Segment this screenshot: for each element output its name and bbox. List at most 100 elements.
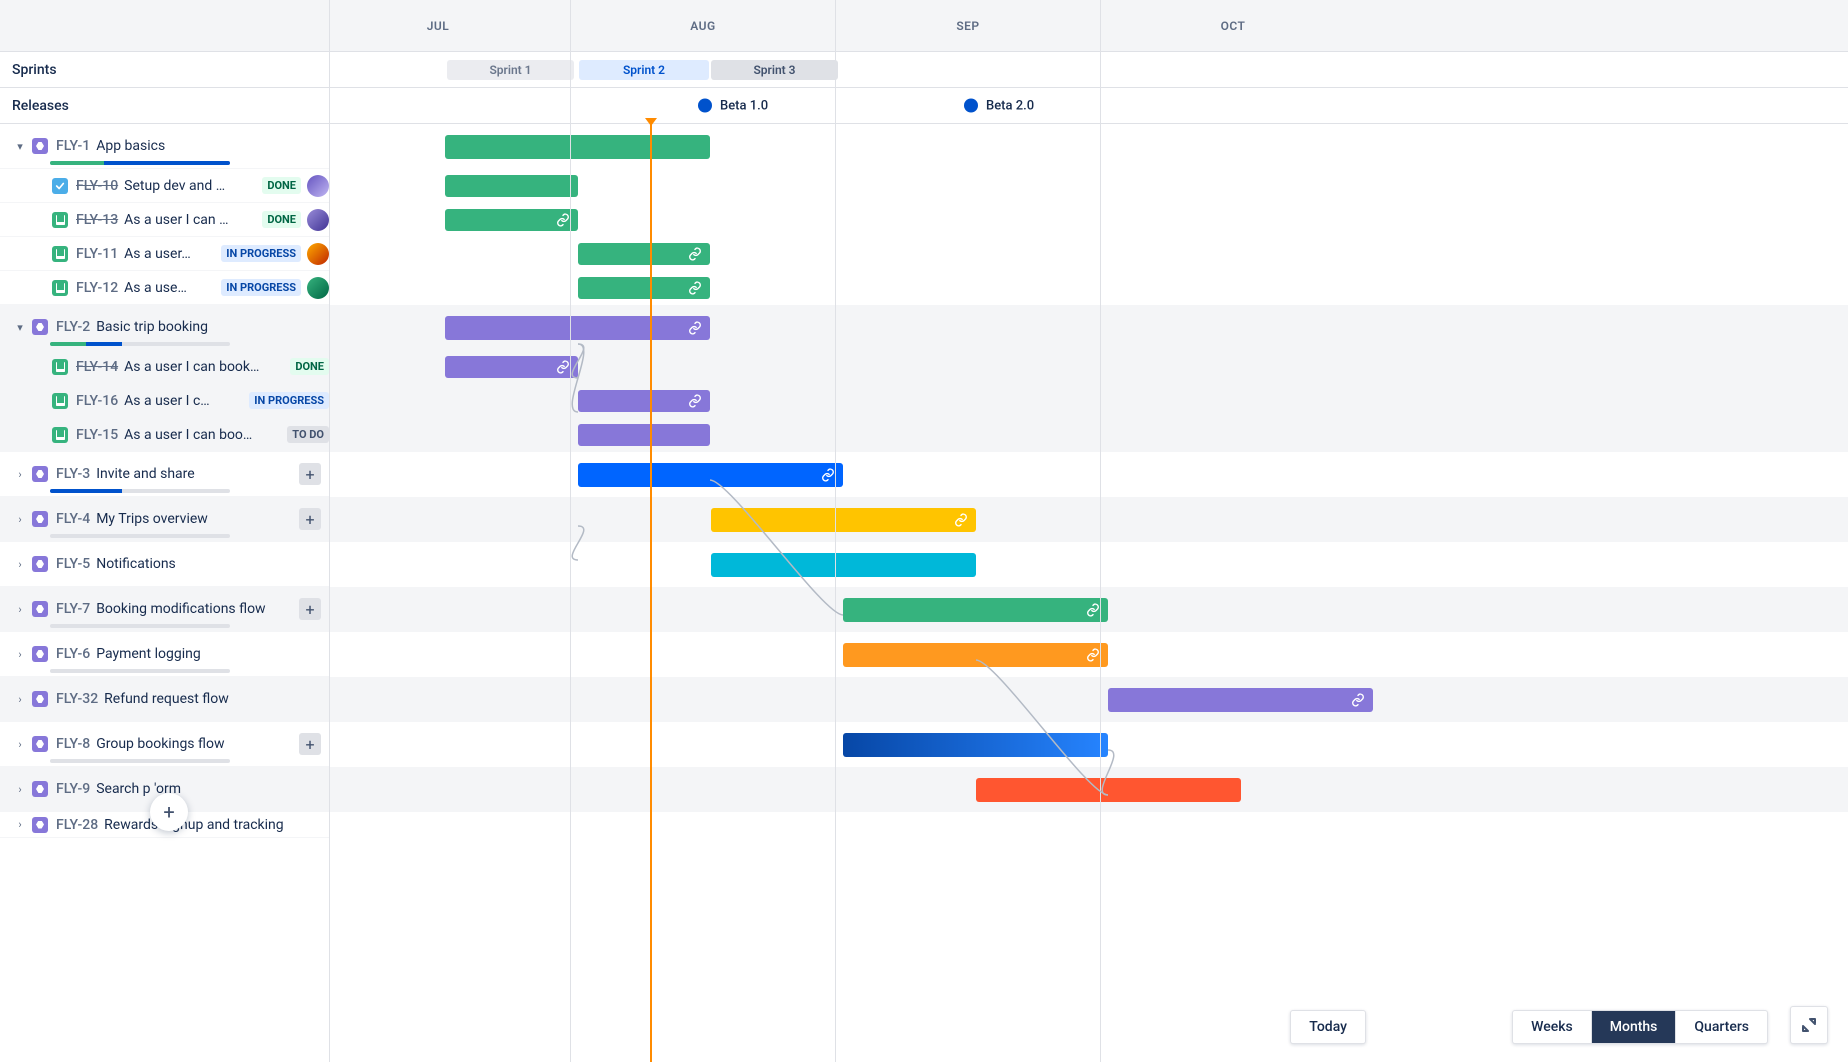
add-child-button[interactable]: + xyxy=(299,463,321,485)
expand-toggle[interactable]: ▾ xyxy=(12,138,28,154)
issue-key[interactable]: FLY-3 xyxy=(56,466,90,482)
timeline-row xyxy=(330,124,1848,169)
story-icon xyxy=(52,427,68,443)
issue-row-FLY-15[interactable]: FLY-15As a user I can boo…TO DO xyxy=(0,418,329,452)
issue-key[interactable]: FLY-2 xyxy=(56,319,90,335)
issue-row-FLY-3[interactable]: ›FLY-3Invite and share+ xyxy=(0,452,329,497)
timeline-row xyxy=(330,237,1848,271)
story-icon xyxy=(52,359,68,375)
story-icon xyxy=(52,246,68,262)
assignee-avatar[interactable] xyxy=(307,243,329,265)
release-marker-2[interactable]: Beta 2.0 xyxy=(964,98,1034,113)
issue-key[interactable]: FLY-5 xyxy=(56,556,90,572)
issue-key[interactable]: FLY-8 xyxy=(56,736,90,752)
issue-row-FLY-16[interactable]: FLY-16As a user I c…IN PROGRESS xyxy=(0,384,329,418)
fullscreen-toggle-button[interactable] xyxy=(1790,1006,1828,1044)
gantt-bar-FLY-1[interactable] xyxy=(445,135,710,159)
issue-row-FLY-6[interactable]: ›FLY-6Payment logging xyxy=(0,632,329,677)
assignee-avatar[interactable] xyxy=(307,277,329,299)
issue-key[interactable]: FLY-6 xyxy=(56,646,90,662)
sprint-pill-1[interactable]: Sprint 1 xyxy=(447,60,574,80)
issue-row-FLY-11[interactable]: FLY-11As a user…IN PROGRESS xyxy=(0,237,329,271)
gantt-bar-FLY-12[interactable] xyxy=(578,277,710,299)
issue-row-FLY-2[interactable]: ▾ FLY-2 Basic trip booking xyxy=(0,305,329,350)
issue-key[interactable]: FLY-13 xyxy=(76,212,118,228)
today-button[interactable]: Today xyxy=(1290,1010,1366,1044)
month-gridline xyxy=(1100,0,1101,1062)
timeline-row xyxy=(330,452,1848,497)
gantt-bar-FLY-5[interactable] xyxy=(711,553,976,577)
gantt-bar-FLY-11[interactable] xyxy=(578,243,710,265)
gantt-bar-FLY-16[interactable] xyxy=(578,390,710,412)
gantt-bar-FLY-13[interactable] xyxy=(445,209,578,231)
gantt-bar-FLY-3[interactable] xyxy=(578,463,843,487)
issue-summary: Refund request flow xyxy=(104,691,329,707)
issue-key[interactable]: FLY-1 xyxy=(56,138,90,154)
expand-toggle[interactable]: › xyxy=(12,817,28,833)
month-col-jul: JUL xyxy=(305,0,570,52)
expand-toggle[interactable]: ▾ xyxy=(12,319,28,335)
expand-toggle[interactable]: › xyxy=(12,736,28,752)
expand-toggle[interactable]: › xyxy=(12,781,28,797)
assignee-avatar[interactable] xyxy=(307,175,329,197)
expand-toggle[interactable]: › xyxy=(12,466,28,482)
issue-row-FLY-32[interactable]: › FLY-32 Refund request flow xyxy=(0,677,329,722)
epic-icon xyxy=(32,319,48,335)
issue-summary: My Trips overview xyxy=(96,511,299,527)
gantt-bar-FLY-4[interactable] xyxy=(711,508,976,532)
sprint-pill-3[interactable]: Sprint 3 xyxy=(711,60,838,80)
issue-row-FLY-14[interactable]: FLY-14As a user I can book…DONE xyxy=(0,350,329,384)
issue-key[interactable]: FLY-28 xyxy=(56,817,98,833)
gantt-bar-FLY-8[interactable] xyxy=(843,733,1108,757)
gantt-bar-FLY-7[interactable] xyxy=(843,598,1108,622)
issue-key[interactable]: FLY-11 xyxy=(76,246,118,262)
issue-key[interactable]: FLY-14 xyxy=(76,359,118,375)
issue-row-FLY-10[interactable]: FLY-10Setup dev and …DONE xyxy=(0,169,329,203)
gantt-bar-FLY-2[interactable] xyxy=(445,316,710,340)
issue-key[interactable]: FLY-15 xyxy=(76,427,118,443)
issue-row-FLY-12[interactable]: FLY-12As a use…IN PROGRESS xyxy=(0,271,329,305)
progress-bar xyxy=(50,624,230,628)
zoom-quarters-button[interactable]: Quarters xyxy=(1675,1011,1767,1043)
issue-key[interactable]: FLY-32 xyxy=(56,691,98,707)
gantt-bar-FLY-10[interactable] xyxy=(445,175,578,197)
issue-key[interactable]: FLY-9 xyxy=(56,781,90,797)
progress-bar xyxy=(50,669,230,673)
link-icon xyxy=(1086,603,1100,617)
issue-row-FLY-5[interactable]: ›FLY-5Notifications xyxy=(0,542,329,587)
expand-toggle[interactable]: › xyxy=(12,691,28,707)
issue-key[interactable]: FLY-12 xyxy=(76,280,118,296)
create-issue-fab[interactable]: + xyxy=(150,793,188,831)
issue-row-FLY-4[interactable]: › FLY-4 My Trips overview+ xyxy=(0,497,329,542)
gantt-bar-FLY-15[interactable] xyxy=(578,424,710,446)
issue-summary: Basic trip booking xyxy=(96,319,329,335)
issue-key[interactable]: FLY-4 xyxy=(56,511,90,527)
issue-key[interactable]: FLY-10 xyxy=(76,178,118,194)
expand-toggle[interactable]: › xyxy=(12,646,28,662)
gantt-bar-FLY-14[interactable] xyxy=(445,356,578,378)
assignee-avatar[interactable] xyxy=(307,209,329,231)
gantt-bar-FLY-32[interactable] xyxy=(1108,688,1373,712)
issue-key[interactable]: FLY-16 xyxy=(76,393,118,409)
expand-toggle[interactable]: › xyxy=(12,601,28,617)
add-child-button[interactable]: + xyxy=(299,598,321,620)
issue-summary: As a user I can book… xyxy=(124,359,284,375)
add-child-button[interactable]: + xyxy=(299,508,321,530)
issue-row-FLY-13[interactable]: FLY-13As a user I can …DONE xyxy=(0,203,329,237)
timeline-row xyxy=(330,587,1848,632)
release-marker-1[interactable]: Beta 1.0 xyxy=(698,98,768,113)
issue-key[interactable]: FLY-7 xyxy=(56,601,90,617)
issue-row-FLY-1[interactable]: ▾FLY-1App basics xyxy=(0,124,329,169)
expand-toggle[interactable]: › xyxy=(12,556,28,572)
epic-icon xyxy=(32,646,48,662)
gantt-bar-FLY-6[interactable] xyxy=(843,643,1108,667)
issue-row-FLY-7[interactable]: ›FLY-7Booking modifications flow+ xyxy=(0,587,329,632)
gantt-bar-FLY-9[interactable] xyxy=(976,778,1241,802)
issue-row-FLY-8[interactable]: ›FLY-8Group bookings flow+ xyxy=(0,722,329,767)
status-badge: IN PROGRESS xyxy=(249,392,329,409)
sprint-pill-2[interactable]: Sprint 2 xyxy=(579,60,709,80)
zoom-months-button[interactable]: Months xyxy=(1591,1011,1676,1043)
zoom-weeks-button[interactable]: Weeks xyxy=(1513,1011,1591,1043)
add-child-button[interactable]: + xyxy=(299,733,321,755)
expand-toggle[interactable]: › xyxy=(12,511,28,527)
